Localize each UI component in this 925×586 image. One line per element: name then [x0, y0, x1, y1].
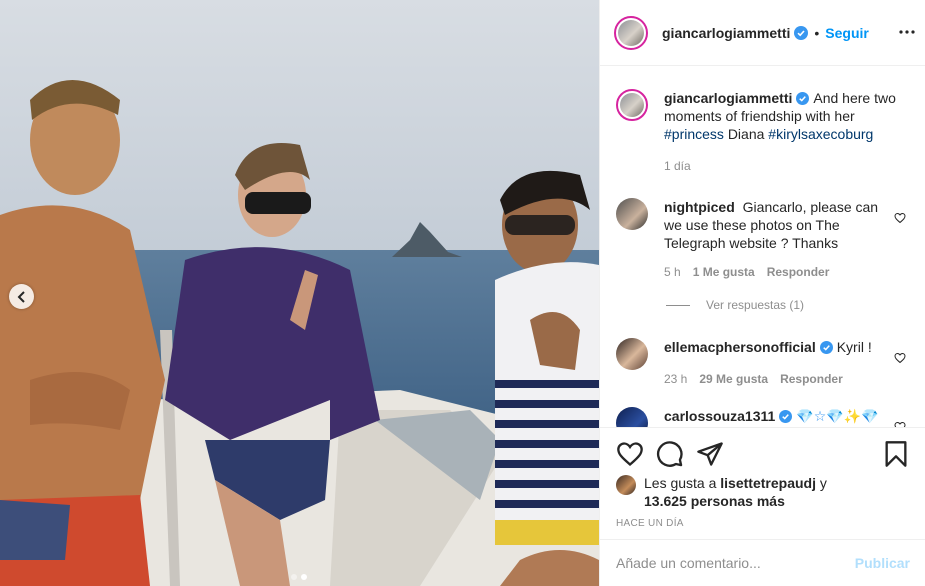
header-user: giancarlogiammetti • Seguir — [662, 25, 869, 41]
likes-prefix: Les gusta a — [644, 475, 717, 491]
comment-age[interactable]: 23 h — [664, 372, 687, 386]
save-bookmark-icon[interactable] — [882, 440, 910, 468]
carousel-dot-active — [301, 574, 307, 580]
liker-username[interactable]: lisettetrepaudj — [720, 475, 816, 491]
view-replies-button[interactable]: Ver respuestas (1) — [666, 298, 804, 312]
comment: ellemacphersonofficial Kyril ! 23 h 29 Me … — [616, 338, 906, 386]
commenter-username[interactable]: nightpiced — [664, 199, 735, 215]
comment-text: ellemacphersonofficial Kyril ! — [664, 338, 886, 356]
header-separator: • — [814, 24, 820, 41]
photo-scene — [0, 0, 599, 586]
post-side-panel: giancarlogiammetti • Seguir giancarlogia… — [599, 0, 925, 586]
verified-badge-icon — [819, 341, 833, 354]
comment-meta: 5 h 1 Me gusta Responder — [664, 265, 906, 279]
carousel-indicator — [291, 574, 307, 580]
instagram-post: giancarlogiammetti • Seguir giancarlogia… — [0, 0, 925, 586]
action-icons — [616, 440, 910, 468]
publish-comment-button[interactable]: Publicar — [855, 555, 910, 571]
comment: carlossouza1311 💎☆💎✨💎 — [616, 407, 906, 427]
hashtag-link[interactable]: #princess — [664, 126, 724, 142]
caption-plain: Diana — [727, 126, 765, 142]
comment-age[interactable]: 5 h — [664, 265, 681, 279]
like-comment-icon[interactable] — [894, 352, 906, 364]
comment-bubble-icon[interactable] — [656, 440, 684, 468]
add-comment-input[interactable] — [616, 555, 855, 571]
carousel-dot — [291, 574, 297, 580]
comment: nightpiced Giancarlo, please can we use … — [616, 198, 906, 279]
comment-likes[interactable]: 29 Me gusta — [699, 372, 768, 386]
more-options-icon — [899, 30, 915, 34]
post-actions: Les gusta a lisettetrepaudj y 13.625 per… — [600, 427, 925, 539]
liker-avatar[interactable] — [616, 475, 636, 495]
post-timestamp[interactable]: Hace un día — [616, 518, 684, 529]
more-options-button[interactable] — [898, 22, 916, 42]
reply-button[interactable]: Responder — [780, 372, 843, 386]
like-comment-icon[interactable] — [894, 212, 906, 224]
commenter-username[interactable]: ellemacphersonofficial — [664, 339, 816, 355]
commenter-username[interactable]: carlossouza1311 — [664, 408, 775, 424]
replies-line — [666, 304, 690, 306]
reply-button[interactable]: Responder — [767, 265, 830, 279]
post-photo[interactable] — [0, 0, 599, 586]
verified-badge-icon — [779, 410, 793, 423]
caption-age-text[interactable]: 1 día — [664, 159, 691, 173]
comment-body: Kyril ! — [836, 339, 872, 355]
likes-count[interactable]: 13.625 personas más — [644, 493, 785, 509]
comment-likes[interactable]: 1 Me gusta — [693, 265, 755, 279]
caption-age: 1 día — [664, 159, 906, 173]
post-header: giancarlogiammetti • Seguir — [600, 0, 925, 66]
view-replies-label: Ver respuestas (1) — [706, 298, 805, 312]
caption-text: giancarlogiammetti And here two moments o… — [664, 89, 906, 143]
commenter-avatar[interactable] — [616, 198, 648, 230]
comment-meta: 23 h 29 Me gusta Responder — [664, 372, 906, 386]
hashtag-link[interactable]: #kirylsaxecoburg — [768, 126, 873, 142]
verified-badge-icon — [796, 92, 810, 105]
comment-body: 💎☆💎✨💎 — [796, 408, 879, 424]
likes-summary: Les gusta a lisettetrepaudj y 13.625 per… — [616, 474, 914, 510]
comment-text: carlossouza1311 💎☆💎✨💎 — [664, 407, 886, 425]
caption: giancarlogiammetti And here two moments o… — [616, 89, 906, 173]
chevron-left-icon — [17, 290, 25, 303]
caption-avatar[interactable] — [616, 89, 648, 121]
likes-text: Les gusta a lisettetrepaudj y 13.625 per… — [644, 474, 914, 510]
like-heart-icon[interactable] — [616, 440, 644, 468]
commenter-avatar[interactable] — [616, 338, 648, 370]
commenter-avatar[interactable] — [616, 407, 648, 427]
carousel-prev-button[interactable] — [9, 284, 34, 309]
comment-text: nightpiced Giancarlo, please can we use … — [664, 198, 886, 252]
caption-username[interactable]: giancarlogiammetti — [664, 90, 792, 106]
author-avatar[interactable] — [614, 15, 648, 50]
add-comment-bar: Publicar — [600, 539, 925, 586]
author-username[interactable]: giancarlogiammetti — [662, 25, 790, 41]
share-paper-plane-icon[interactable] — [696, 440, 724, 468]
follow-button[interactable]: Seguir — [825, 25, 869, 41]
verified-badge-icon — [794, 25, 809, 40]
likes-conj: y — [819, 475, 827, 491]
comments-list[interactable]: giancarlogiammetti And here two moments o… — [600, 67, 925, 427]
